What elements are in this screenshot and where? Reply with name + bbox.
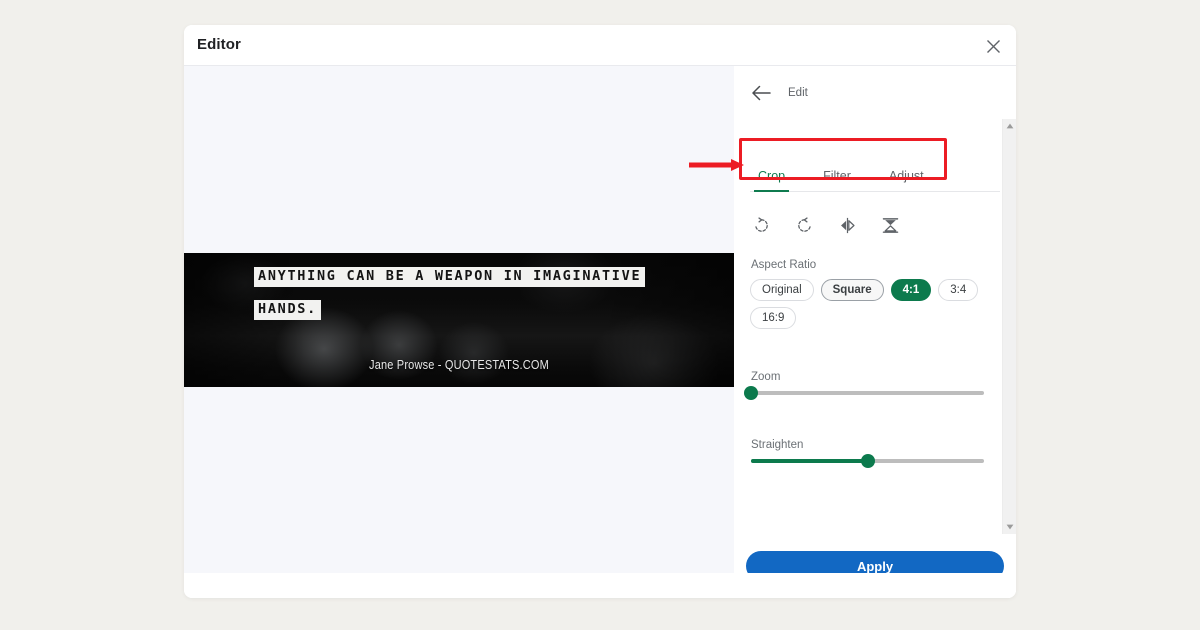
quote-image[interactable]: ANYTHING CAN BE A WEAPON IN IMAGINATIVE … — [184, 253, 734, 387]
straighten-slider-handle[interactable] — [860, 454, 875, 468]
straighten-label: Straighten — [751, 439, 804, 451]
panel-scroll-region: Crop Filter Adjust Aspect Ratio Original… — [734, 119, 1016, 534]
panel-heading: Edit — [788, 86, 808, 99]
aspect-chip-original[interactable]: Original — [750, 279, 814, 301]
panel-scrollbar[interactable] — [1002, 119, 1016, 534]
image-attribution: Jane Prowse - QUOTESTATS.COM — [369, 358, 549, 372]
scroll-down-arrow-icon[interactable] — [1003, 520, 1016, 534]
aspect-ratio-options: Original Square 4:1 3:4 16:9 — [750, 279, 998, 329]
straighten-slider[interactable] — [751, 454, 984, 468]
editor-modal: Editor ANYTHING CAN BE A WEAPON IN IMAGI… — [184, 25, 1016, 598]
page-title: Editor — [197, 36, 241, 53]
aspect-chip-4-1[interactable]: 4:1 — [890, 279, 932, 301]
image-quote-line-2: HANDS. — [254, 300, 321, 320]
aspect-ratio-label: Aspect Ratio — [751, 259, 817, 271]
image-quote-line-1: ANYTHING CAN BE A WEAPON IN IMAGINATIVE — [254, 267, 646, 287]
modal-header: Editor — [184, 25, 1016, 66]
zoom-slider-handle[interactable] — [744, 386, 758, 400]
scroll-up-arrow-icon[interactable] — [1003, 119, 1016, 133]
zoom-label: Zoom — [751, 371, 781, 383]
modal-body: ANYTHING CAN BE A WEAPON IN IMAGINATIVE … — [184, 66, 1016, 598]
edit-panel: Edit Crop Filter Adjust Aspect Ratio Ori… — [734, 66, 1016, 598]
panel-header: Edit — [734, 66, 1016, 119]
tab-crop[interactable]: Crop — [750, 169, 793, 192]
tab-filter[interactable]: Filter — [815, 169, 859, 191]
edit-tab-bar: Crop Filter Adjust — [750, 157, 1000, 192]
rotate-left-icon[interactable] — [793, 214, 815, 236]
close-icon[interactable] — [980, 33, 1006, 59]
image-canvas[interactable]: ANYTHING CAN BE A WEAPON IN IMAGINATIVE … — [184, 66, 734, 598]
tab-adjust[interactable]: Adjust — [881, 169, 932, 191]
arrow-left-icon[interactable] — [750, 82, 772, 104]
straighten-slider-fill — [751, 459, 868, 463]
aspect-chip-16-9[interactable]: 16:9 — [750, 307, 797, 329]
flip-horizontal-icon[interactable] — [836, 214, 858, 236]
rotate-right-icon[interactable] — [750, 214, 772, 236]
aspect-chip-square[interactable]: Square — [820, 279, 884, 301]
zoom-slider[interactable] — [744, 386, 984, 400]
modal-footer — [184, 573, 1016, 598]
flip-vertical-icon[interactable] — [879, 214, 901, 236]
aspect-chip-3-4[interactable]: 3:4 — [938, 279, 979, 301]
transform-tools — [750, 214, 901, 236]
